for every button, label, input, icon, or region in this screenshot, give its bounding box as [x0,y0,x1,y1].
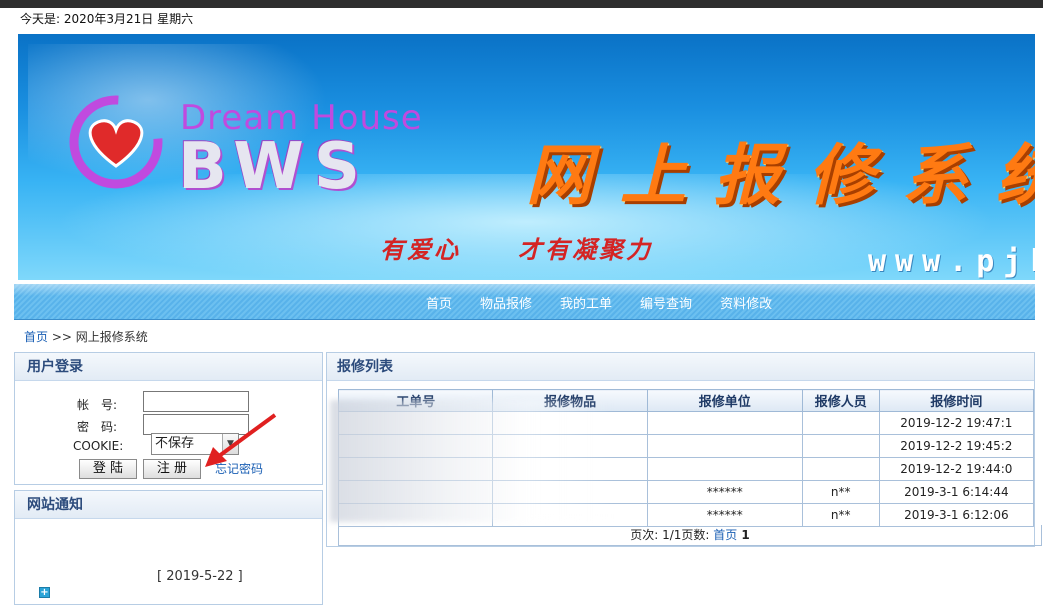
cookie-selected-value: 不保存 [155,436,195,451]
repair-list-title: 报修列表 [327,353,1034,381]
heart-logo-icon [69,95,163,189]
nav-home[interactable]: 首页 [426,293,452,312]
table-cell [801,434,880,458]
table-cell: ****** [646,480,803,504]
table-cell [646,434,803,458]
table-cell: n** [801,480,880,504]
pager-current-page: 1 [737,528,750,542]
table-cell: 2019-12-2 19:47:1 [878,411,1035,435]
current-date: 今天是: 2020年3月21日 星期六 [20,12,194,26]
table-cell: n** [801,503,880,527]
breadcrumb: 首页 >> 网上报修系统 [24,328,148,345]
notice-panel-title: 网站通知 [15,491,322,519]
notice-panel: 网站通知 [ 2019-5-22 ] + [14,490,323,605]
site-url: www.pjh [868,244,1035,279]
nav-profile-edit[interactable]: 资料修改 [720,293,772,312]
breadcrumb-separator: >> [48,330,76,344]
login-panel-title: 用户登录 [15,353,322,381]
pager-first-link[interactable]: 首页 [713,528,737,542]
table-cell: 2019-12-2 19:45:2 [878,434,1035,458]
account-label: 帐 号: [77,398,118,412]
pager-label: 页次: [630,528,663,542]
table-cell [646,411,803,435]
password-label: 密 码: [77,420,118,434]
system-title: 网上报修系统 [526,136,1035,214]
col-repair-time: 报修时间 [878,389,1035,412]
pagination: 页次: 1/1页数: 首页 1 [338,525,1042,546]
breadcrumb-current: 网上报修系统 [75,330,148,344]
table-cell: 2019-3-1 6:12:06 [878,503,1035,527]
notice-date: [ 2019-5-22 ] [157,569,243,584]
slogan-part-2: 才有凝聚力 [518,236,653,264]
table-cell: 2019-3-1 6:14:44 [878,480,1035,504]
brand-name: BWS [178,130,370,204]
register-button[interactable]: 注 册 [143,459,201,479]
pager-pages: 1/1页数: [662,528,714,542]
col-repair-person: 报修人员 [801,389,880,412]
login-button[interactable]: 登 陆 [79,459,137,479]
redacted-blur [330,400,615,522]
table-cell: ****** [646,503,803,527]
top-strip [0,0,1043,8]
slogan-part-1: 有爱心 [380,236,461,264]
login-panel: 用户登录 帐 号: 密 码: COOKIE: 不保存 ▼ 登 陆 注 册 忘记密… [14,352,323,485]
table-cell: 2019-12-2 19:44:0 [878,457,1035,481]
site-banner: Dream House BWS 网上报修系统 有爱心 才有凝聚力 www.pjh [18,34,1035,280]
main-nav: 首页 物品报修 我的工单 编号查询 资料修改 [14,284,1035,320]
col-repair-unit: 报修单位 [646,389,803,412]
nav-my-orders[interactable]: 我的工单 [560,293,612,312]
nav-item-repair[interactable]: 物品报修 [480,293,532,312]
table-cell [646,457,803,481]
nav-number-search[interactable]: 编号查询 [640,293,692,312]
account-input[interactable] [143,391,249,412]
arrow-annotation-icon [205,413,277,467]
table-cell [801,457,880,481]
table-cell [801,411,880,435]
expand-plus-icon[interactable]: + [39,587,50,598]
breadcrumb-home[interactable]: 首页 [24,330,48,344]
cookie-label: COOKIE: [73,439,124,453]
